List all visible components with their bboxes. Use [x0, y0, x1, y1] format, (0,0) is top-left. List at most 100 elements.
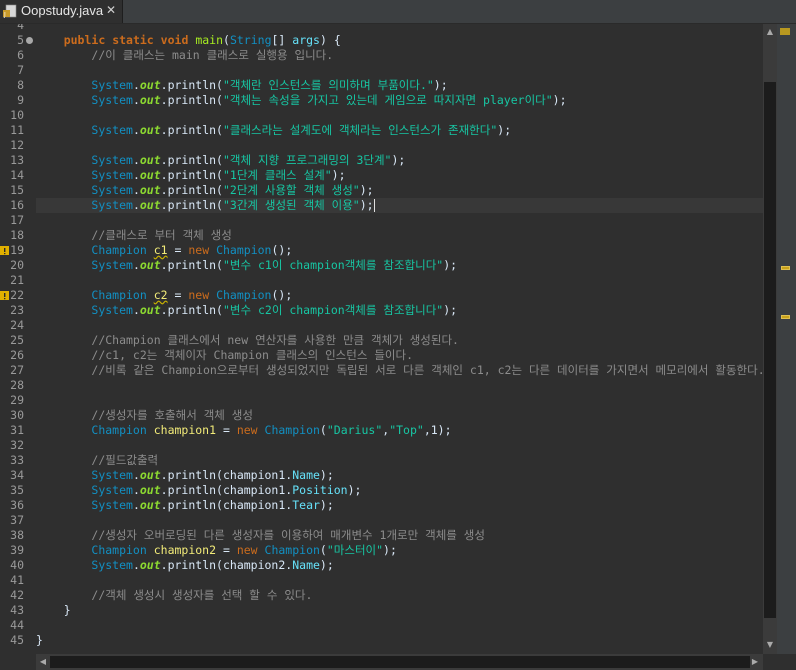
ide-window: J Oopstudy.java ✕ 4 5 6 7 8 9 10 11 12 13 14 15 16 17… — [0, 0, 796, 670]
editor-tab-oopstudy[interactable]: J Oopstudy.java ✕ — [0, 0, 123, 23]
horizontal-scrollbar[interactable]: ◀ ▶ — [36, 654, 763, 670]
line-number: 12 — [10, 138, 24, 152]
code-token: out — [139, 483, 161, 497]
code-line[interactable]: System.out.println(champion2.Name); — [36, 558, 333, 573]
code-token: . — [132, 498, 140, 512]
code-line[interactable]: //객체 생성시 생성자를 선택 할 수 있다. — [36, 588, 312, 603]
code-line[interactable]: } — [36, 603, 71, 618]
code-token: "객체 지향 프로그래밍의 3단계" — [222, 153, 392, 167]
code-token: = — [216, 543, 237, 557]
warning-icon[interactable] — [0, 245, 9, 256]
code-line[interactable]: Champion c1 = new Champion(); — [36, 243, 292, 258]
warning-summary-icon[interactable] — [780, 28, 790, 35]
code-token: Champion — [91, 288, 147, 302]
scroll-down-icon[interactable]: ▼ — [763, 640, 777, 649]
code-editor[interactable]: 4 5 6 7 8 9 10 11 12 13 14 15 16 17 18 19 20 21 22 23 24 25 26… — [0, 24, 763, 654]
code-line[interactable]: //c1, c2는 객체이자 Champion 클래스의 인스턴스 들이다. — [36, 348, 413, 363]
code-line[interactable]: System.out.println("클래스라는 설계도에 객체라는 인스턴스… — [36, 123, 511, 138]
fold-collapse-icon[interactable] — [26, 37, 33, 44]
code-token: } — [36, 633, 43, 647]
code-line[interactable]: System.out.println("객체는 속성을 가지고 있는데 게임으로… — [36, 93, 566, 108]
code-line[interactable]: System.out.println(champion1.Position); — [36, 483, 361, 498]
code-token: "객체란 인스턴스를 의미하며 부품이다." — [222, 78, 434, 92]
code-line[interactable]: public static void main(String[] args) { — [36, 33, 341, 48]
code-token: out — [139, 123, 161, 137]
code-token: //이 클래스는 main 클래스로 실행용 입니다. — [91, 48, 334, 62]
line-number: 33 — [10, 453, 24, 467]
horizontal-scroll-thumb[interactable] — [50, 656, 750, 668]
code-token: .println( — [160, 258, 223, 272]
code-token: Champion — [91, 423, 147, 437]
vertical-scrollbar[interactable]: ▲ ▼ — [763, 24, 777, 654]
code-line[interactable]: Champion champion2 = new Champion("마스터이"… — [36, 543, 397, 558]
scroll-up-icon[interactable]: ▲ — [763, 27, 777, 36]
overview-ruler[interactable] — [777, 24, 796, 654]
line-number: 39 — [10, 543, 24, 557]
code-token: = — [167, 243, 189, 257]
code-line[interactable]: //이 클래스는 main 클래스로 실행용 입니다. — [36, 48, 333, 63]
code-token: . — [132, 153, 140, 167]
code-token: ,1); — [423, 423, 452, 437]
code-line[interactable]: Champion champion1 = new Champion("Dariu… — [36, 423, 452, 438]
code-line[interactable]: System.out.println("변수 c1이 champion객체를 참… — [36, 258, 457, 273]
code-line[interactable]: Champion c2 = new Champion(); — [36, 288, 292, 303]
line-number: 26 — [10, 348, 24, 362]
code-token: out — [139, 93, 161, 107]
line-number: 14 — [10, 168, 24, 182]
warning-marker[interactable] — [781, 266, 790, 270]
code-line[interactable]: System.out.println("3간계 생성된 객체 이용"); — [36, 198, 375, 213]
code-token: Champion — [91, 543, 147, 557]
code-token: .println( — [160, 78, 223, 92]
code-line[interactable]: System.out.println("객체 지향 프로그래밍의 3단계"); — [36, 153, 405, 168]
code-line[interactable]: //Champion 클래스에서 new 연산자를 사용한 만큼 객체가 생성된… — [36, 333, 459, 348]
code-token: //객체 생성시 생성자를 선택 할 수 있다. — [91, 588, 313, 602]
vertical-scroll-thumb[interactable] — [764, 82, 776, 618]
code-line[interactable]: //생성자 오버로딩된 다른 생성자를 이용하여 매개변수 1개로만 객체를 생… — [36, 528, 485, 543]
code-token: out — [139, 468, 161, 482]
code-token: champion2 — [153, 543, 217, 557]
code-token: //c1, c2는 객체이자 Champion 클래스의 인스턴스 들이다. — [91, 348, 413, 362]
code-line[interactable]: System.out.println("1단계 클래스 설계"); — [36, 168, 346, 183]
scroll-right-icon[interactable]: ▶ — [748, 657, 762, 666]
tab-filename: Oopstudy.java — [21, 3, 104, 18]
code-token: ); — [319, 468, 334, 482]
code-token: champion1 — [153, 423, 217, 437]
code-line[interactable]: System.out.println(champion1.Tear); — [36, 498, 333, 513]
code-line[interactable]: System.out.println("객체란 인스턴스를 의미하며 부품이다.… — [36, 78, 448, 93]
code-token: //Champion 클래스에서 new 연산자를 사용한 만큼 객체가 생성된… — [91, 333, 459, 347]
code-line[interactable]: } — [36, 633, 43, 648]
code-token: Champion — [216, 288, 272, 302]
warning-marker[interactable] — [781, 315, 790, 319]
code-token: ); — [433, 78, 448, 92]
code-line[interactable]: //비록 같은 Champion으로부터 생성되었지만 독립된 서로 다른 객체… — [36, 363, 763, 378]
code-line[interactable]: System.out.println("변수 c2이 champion객체를 참… — [36, 303, 457, 318]
code-line[interactable]: System.out.println(champion1.Name); — [36, 468, 334, 483]
code-token: System — [91, 498, 133, 512]
code-token: new — [188, 243, 210, 257]
code-line[interactable]: System.out.println("2단계 사용할 객체 생성"); — [36, 183, 373, 198]
code-token: ); — [331, 168, 346, 182]
code-token: new — [236, 543, 258, 557]
code-token: ); — [497, 123, 512, 137]
code-token: .println(champion2. — [160, 558, 293, 572]
code-line[interactable]: //생성자를 호출해서 객체 생성 — [36, 408, 253, 423]
code-token: . — [132, 183, 140, 197]
code-line[interactable]: //클래스로 부터 객체 생성 — [36, 228, 231, 243]
code-token: (); — [271, 288, 293, 302]
scroll-left-icon[interactable]: ◀ — [36, 657, 50, 666]
code-token: "변수 c2이 champion객체를 참조합니다" — [222, 303, 444, 317]
code-token: System — [91, 483, 133, 497]
close-icon[interactable]: ✕ — [106, 3, 116, 17]
line-number: 31 — [10, 423, 24, 437]
warning-icon[interactable] — [0, 290, 9, 301]
code-line[interactable]: //필드값출력 — [36, 453, 158, 468]
